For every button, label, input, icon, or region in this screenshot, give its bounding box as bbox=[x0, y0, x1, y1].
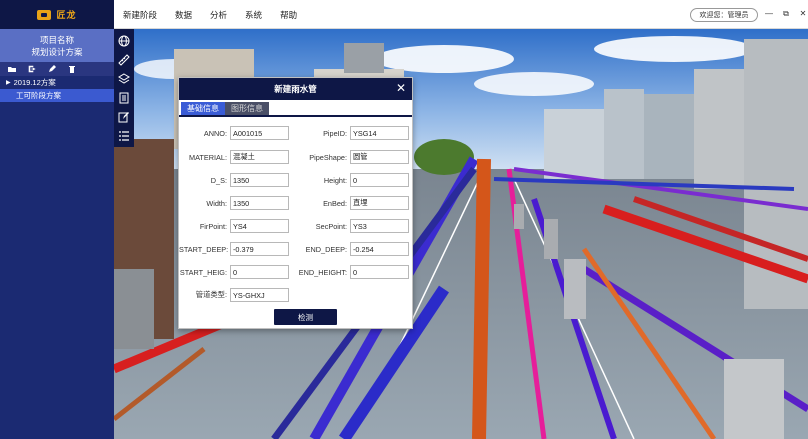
dialog-title-bar: 新建雨水管 ✕ bbox=[179, 78, 412, 100]
enbed-input[interactable] bbox=[350, 196, 409, 210]
field-label-pipe-type: 管道类型: bbox=[195, 290, 227, 299]
pipe-type-input[interactable] bbox=[230, 288, 289, 302]
field-label-height: Height: bbox=[323, 175, 347, 185]
edit-box-icon[interactable] bbox=[117, 110, 131, 124]
pipeshape-input[interactable] bbox=[350, 150, 409, 164]
globe-icon[interactable] bbox=[117, 34, 131, 48]
field-label-secpoint: SecPoint: bbox=[315, 221, 347, 231]
close-icon[interactable]: ✕ bbox=[395, 81, 407, 95]
project-title: 项目名称 bbox=[39, 34, 74, 45]
menu-data[interactable]: 数据 bbox=[166, 9, 201, 21]
field-label-start-height: START_HEIG: bbox=[179, 267, 227, 277]
menu-new-stage[interactable]: 新建阶段 bbox=[114, 9, 166, 21]
sidebar-toolbar bbox=[0, 62, 114, 76]
anno-input[interactable] bbox=[230, 126, 289, 140]
field-label-firpoint: FirPoint: bbox=[199, 221, 227, 231]
minimize-icon[interactable]: — bbox=[764, 9, 774, 19]
pipeid-input[interactable] bbox=[350, 126, 409, 140]
window-controls: — ⧉ ✕ bbox=[764, 9, 808, 19]
document-icon[interactable] bbox=[117, 91, 131, 105]
project-sidebar: 项目名称 规划设计方案 ▶ 2019.12方案 工可阶段方案 bbox=[0, 29, 114, 439]
ds-input[interactable] bbox=[230, 173, 289, 187]
logo-text: 匠龙 bbox=[56, 10, 77, 20]
main-menu: 新建阶段 数据 分析 系统 帮助 bbox=[114, 0, 306, 29]
logo-mark-icon bbox=[37, 9, 52, 20]
folder-open-icon[interactable] bbox=[8, 65, 16, 73]
dialog-title: 新建雨水管 bbox=[274, 84, 317, 94]
export-icon[interactable] bbox=[28, 65, 36, 73]
detect-button[interactable]: 检测 bbox=[274, 309, 337, 325]
project-header: 项目名称 规划设计方案 bbox=[0, 29, 114, 62]
height-input[interactable] bbox=[350, 173, 409, 187]
app-logo: 匠龙 bbox=[0, 0, 114, 29]
top-bar: 匠龙 新建阶段 数据 分析 系统 帮助 欢迎您：管理员 — ⧉ ✕ bbox=[0, 0, 808, 29]
start-height-input[interactable] bbox=[230, 265, 289, 279]
menu-system[interactable]: 系统 bbox=[236, 9, 271, 21]
close-window-icon[interactable]: ✕ bbox=[798, 9, 808, 19]
tree-item-label: 2019.12方案 bbox=[13, 78, 56, 87]
vertical-toolbar bbox=[114, 29, 134, 147]
field-label-anno: ANNO: bbox=[203, 128, 227, 138]
end-deep-input[interactable] bbox=[350, 242, 409, 256]
field-label-start-deep: START_DEEP: bbox=[179, 244, 229, 254]
field-label-ds: D_S: bbox=[210, 175, 227, 185]
firpoint-input[interactable] bbox=[230, 219, 289, 233]
width-input[interactable] bbox=[230, 196, 289, 210]
new-rainwater-pipe-dialog: 新建雨水管 ✕ 基础信息 图形信息 ANNO: MATERIAL: D_S: W… bbox=[178, 77, 413, 329]
user-menu[interactable]: 欢迎您：管理员 bbox=[690, 8, 758, 22]
edit-icon[interactable] bbox=[48, 65, 56, 73]
dialog-tabs: 基础信息 图形信息 bbox=[179, 102, 412, 117]
end-height-input[interactable] bbox=[350, 265, 409, 279]
field-label-pipeshape: PipeShape: bbox=[309, 152, 347, 162]
secpoint-input[interactable] bbox=[350, 219, 409, 233]
project-subtitle: 规划设计方案 bbox=[31, 46, 83, 57]
tab-basic-info[interactable]: 基础信息 bbox=[181, 102, 225, 115]
menu-help[interactable]: 帮助 bbox=[271, 9, 306, 21]
list-icon[interactable] bbox=[117, 129, 131, 143]
ruler-icon[interactable] bbox=[117, 53, 131, 67]
material-input[interactable] bbox=[230, 150, 289, 164]
tree-item-stage-plan[interactable]: 工可阶段方案 bbox=[0, 89, 114, 102]
tree-item-label: 工可阶段方案 bbox=[16, 91, 61, 100]
tab-graphic-info[interactable]: 图形信息 bbox=[225, 102, 269, 115]
restore-icon[interactable]: ⧉ bbox=[781, 9, 791, 19]
field-label-pipeid: PipeID: bbox=[323, 128, 347, 138]
layers-icon[interactable] bbox=[117, 72, 131, 86]
field-label-enbed: EnBed: bbox=[323, 198, 347, 208]
start-deep-input[interactable] bbox=[230, 242, 289, 256]
delete-icon[interactable] bbox=[68, 65, 76, 73]
expand-arrow-icon[interactable]: ▶ bbox=[6, 79, 11, 86]
field-label-width: Width: bbox=[206, 198, 227, 208]
field-label-material: MATERIAL: bbox=[189, 152, 227, 162]
field-label-end-height: END_HEIGHT: bbox=[298, 267, 347, 277]
field-label-end-deep: END_DEEP: bbox=[305, 244, 347, 254]
tree-item-plan[interactable]: ▶ 2019.12方案 bbox=[0, 76, 114, 89]
menu-analysis[interactable]: 分析 bbox=[201, 9, 236, 21]
